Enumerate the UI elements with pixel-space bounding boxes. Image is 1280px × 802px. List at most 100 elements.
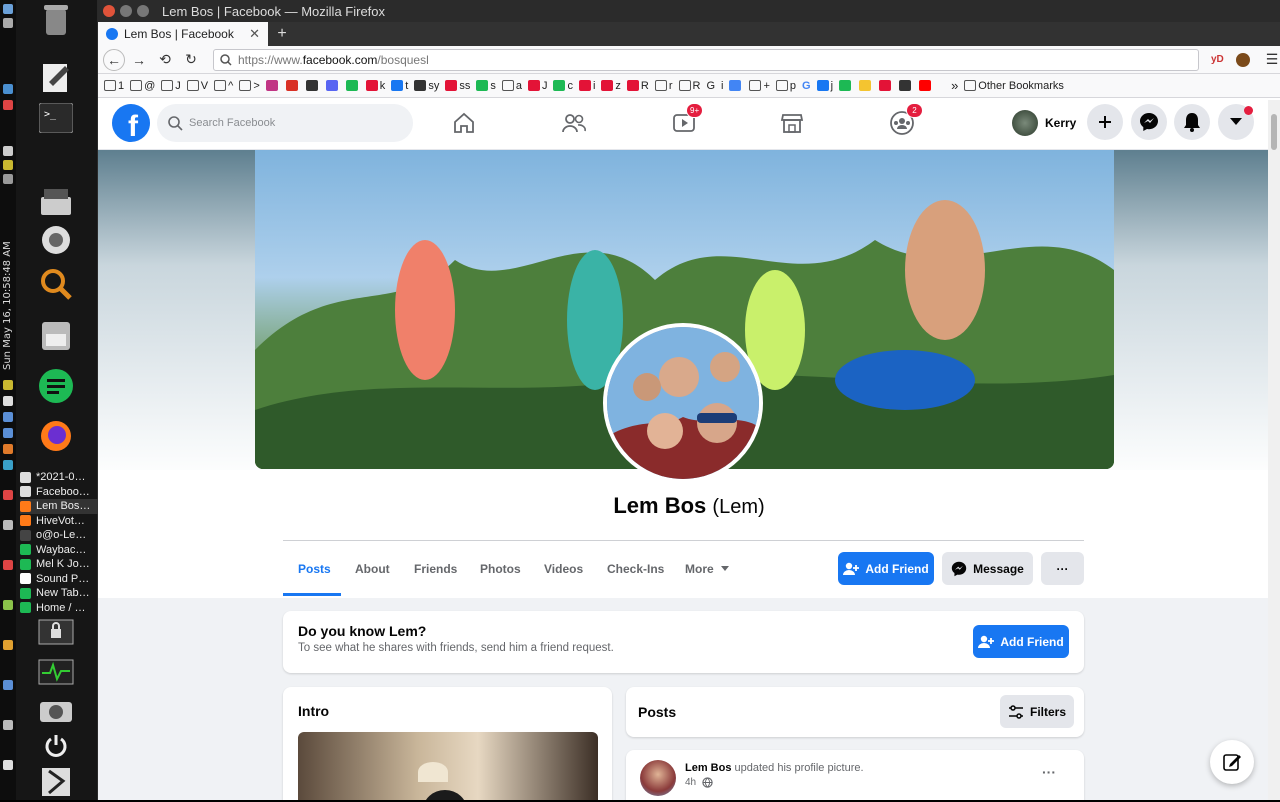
scanner-icon[interactable]: [36, 182, 76, 222]
network-icon[interactable]: [3, 146, 13, 156]
indicator-icon[interactable]: [3, 560, 13, 570]
browser-tab[interactable]: Lem Bos | Facebook ✕: [98, 22, 268, 46]
bookmark-item[interactable]: t: [391, 80, 408, 92]
new-message-button[interactable]: [1210, 740, 1254, 784]
tab-videos[interactable]: Videos: [544, 562, 583, 576]
bookmark-item[interactable]: z: [601, 80, 621, 92]
other-bookmarks[interactable]: Other Bookmarks: [964, 80, 1064, 92]
scrollbar-thumb[interactable]: [1271, 114, 1277, 150]
power-icon[interactable]: [36, 726, 76, 766]
bookmark-item[interactable]: [839, 80, 853, 91]
marketplace-icon[interactable]: [774, 107, 810, 139]
search-magnifier-icon[interactable]: [36, 264, 76, 304]
bookmark-folder[interactable]: p: [775, 80, 796, 92]
bookmarks-overflow-icon[interactable]: »: [951, 78, 958, 93]
lock-screen-icon[interactable]: [36, 614, 76, 654]
watch-icon[interactable]: 9+: [666, 103, 704, 139]
task-item[interactable]: New Tab…: [20, 586, 98, 601]
notifications-button[interactable]: [1174, 104, 1210, 140]
ubuntu-settings-icon[interactable]: [36, 220, 76, 260]
url-bar[interactable]: https://www. facebook.com/bosquesl: [213, 48, 1199, 71]
bookmark-item[interactable]: [899, 80, 913, 91]
home-icon[interactable]: [446, 107, 482, 139]
extension-avatar-icon[interactable]: [1235, 52, 1250, 67]
indicator-icon[interactable]: [3, 18, 13, 28]
bookmark-folder[interactable]: a: [501, 80, 522, 92]
task-item[interactable]: Waybac…: [20, 543, 98, 558]
extension-yd-icon[interactable]: yD: [1211, 54, 1224, 65]
close-tab-icon[interactable]: ✕: [249, 26, 260, 42]
battery-icon[interactable]: [3, 174, 13, 184]
post-author-avatar[interactable]: [640, 760, 676, 796]
bookmark-item[interactable]: [265, 80, 280, 91]
task-item[interactable]: Faceboo…: [20, 485, 98, 500]
bookmark-folder[interactable]: R: [678, 80, 700, 92]
create-plus-button[interactable]: [1087, 104, 1123, 140]
friends-icon[interactable]: [556, 107, 592, 139]
filters-button[interactable]: Filters: [1000, 695, 1074, 728]
tab-about[interactable]: About: [355, 562, 390, 576]
indicator-icon[interactable]: [3, 490, 13, 500]
message-button[interactable]: Message: [942, 552, 1033, 585]
messenger-button[interactable]: [1131, 104, 1167, 140]
bookmark-folder[interactable]: 1: [104, 80, 124, 92]
indicator-icon[interactable]: [3, 84, 13, 94]
tab-more[interactable]: More: [685, 562, 730, 576]
user-profile-chip[interactable]: Kerry: [1008, 108, 1080, 138]
bookmark-item[interactable]: c: [553, 80, 573, 92]
system-monitor-icon[interactable]: [36, 654, 76, 694]
indicator-icon[interactable]: [3, 428, 13, 438]
profile-picture[interactable]: [603, 323, 763, 483]
post-options-dots-icon[interactable]: ···: [1042, 764, 1056, 780]
groups-icon[interactable]: 2: [884, 103, 923, 139]
camera-icon[interactable]: [36, 690, 76, 730]
close-window-icon[interactable]: [103, 5, 115, 17]
indicator-icon[interactable]: [3, 600, 13, 610]
bookmark-folder[interactable]: V: [186, 80, 208, 92]
tab-check-ins[interactable]: Check-Ins: [607, 562, 664, 576]
notes-app-icon[interactable]: [36, 366, 76, 406]
bookmark-item[interactable]: [345, 80, 360, 91]
bookmark-folder[interactable]: +: [749, 80, 770, 92]
bookmark-item[interactable]: [729, 80, 743, 91]
maximize-window-icon[interactable]: [137, 5, 149, 17]
indicator-icon[interactable]: [3, 412, 13, 422]
account-menu-button[interactable]: [1218, 104, 1254, 140]
bookmark-folder[interactable]: r: [654, 80, 673, 92]
profile-more-button[interactable]: ···: [1041, 552, 1084, 585]
files-cabinet-icon[interactable]: [36, 316, 76, 356]
bookmark-item[interactable]: k: [365, 80, 385, 92]
indicator-icon[interactable]: [3, 680, 13, 690]
terminal-icon[interactable]: >_: [36, 98, 76, 138]
bookmark-item[interactable]: j: [816, 80, 833, 92]
indicator-icon[interactable]: [3, 380, 13, 390]
tab-posts[interactable]: Posts: [298, 562, 331, 576]
bookmark-item[interactable]: G: [706, 80, 715, 92]
trash-icon[interactable]: [36, 0, 76, 40]
history-icon[interactable]: ⟲: [153, 48, 177, 72]
bookmark-item[interactable]: J: [527, 80, 547, 92]
indicator-icon[interactable]: [3, 444, 13, 454]
page-scrollbar[interactable]: [1268, 100, 1280, 800]
bookmark-folder[interactable]: J: [161, 80, 181, 92]
bookmark-item[interactable]: R: [626, 80, 649, 92]
indicator-icon[interactable]: [3, 100, 13, 110]
intro-featured-photo[interactable]: [298, 732, 598, 800]
bookmark-item[interactable]: G: [802, 80, 811, 92]
post-author[interactable]: Lem Bos: [685, 762, 731, 774]
indicator-icon[interactable]: [3, 640, 13, 650]
indicator-icon[interactable]: [3, 520, 13, 530]
task-item[interactable]: Mel K Jo…: [20, 557, 98, 572]
tab-photos[interactable]: Photos: [480, 562, 521, 576]
bookmark-item[interactable]: s: [476, 80, 496, 92]
bookmark-item[interactable]: [305, 80, 320, 91]
forward-arrow-icon[interactable]: →: [127, 48, 151, 72]
bookmark-item[interactable]: [859, 80, 873, 91]
bookmark-item[interactable]: [325, 80, 340, 91]
post-time[interactable]: 4h: [685, 777, 696, 788]
facebook-logo-icon[interactable]: f: [112, 104, 150, 142]
task-item[interactable]: HiveVot…: [20, 514, 98, 529]
tab-friends[interactable]: Friends: [414, 562, 457, 576]
workspace-switcher-icon[interactable]: [36, 762, 76, 802]
bookmark-folder[interactable]: ^: [214, 80, 233, 92]
